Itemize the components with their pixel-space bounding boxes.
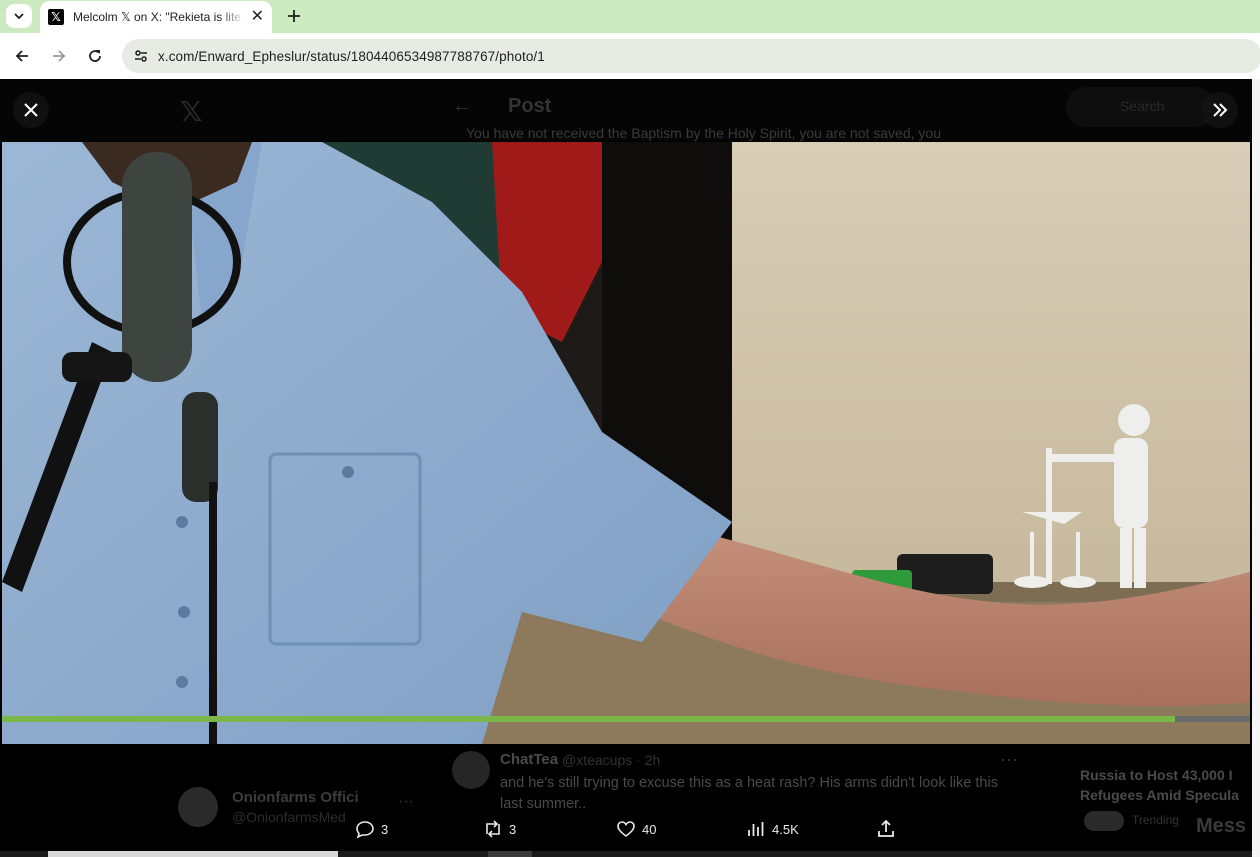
arrow-right-icon	[53, 50, 66, 62]
tweet-actions: 3 3 40 4.5K	[0, 811, 1252, 847]
media-progress-bar[interactable]	[2, 716, 1250, 722]
side-user-name: Onionfarms Offici	[232, 789, 359, 806]
x-logo-icon: 𝕏	[48, 9, 64, 25]
repost-icon	[486, 820, 500, 838]
like-button[interactable]: 40	[616, 817, 656, 841]
repost-count: 3	[509, 821, 517, 837]
heart-icon	[617, 821, 635, 838]
expand-sidebar-button[interactable]	[1202, 92, 1238, 128]
x-logo-icon: 𝕏	[180, 96, 203, 127]
photo-illustration	[2, 142, 1250, 744]
tab-strip: 𝕏 Melcolm 𝕏 on X: "Rekieta is lite ✕	[0, 0, 1260, 33]
reply-author-handle: @xteacups · 2h	[562, 752, 661, 768]
views-count: 4.5K	[772, 821, 799, 837]
background-news: Russia to Host 43,000 I Refugees Amid Sp…	[1080, 765, 1252, 805]
background-tweet-text: You have not received the Baptism by the…	[466, 125, 941, 141]
tab-search-button[interactable]	[6, 4, 32, 28]
news-line-2: Refugees Amid Specula	[1080, 787, 1239, 803]
reload-button[interactable]	[83, 44, 107, 68]
more-icon: ···	[1000, 749, 1018, 769]
share-icon	[878, 819, 894, 837]
new-tab-button[interactable]	[282, 4, 306, 28]
forward-button[interactable]	[47, 44, 71, 68]
scrollbar-segment	[488, 851, 532, 857]
active-tab[interactable]: 𝕏 Melcolm 𝕏 on X: "Rekieta is lite ✕	[40, 1, 272, 33]
arrow-left-icon	[15, 50, 28, 62]
reply-author-name: ChatTea	[500, 751, 559, 768]
horizontal-scrollbar[interactable]	[0, 851, 1260, 857]
views-button[interactable]: 4.5K	[746, 817, 799, 841]
vertical-scrollbar[interactable]	[1252, 79, 1260, 857]
browser-toolbar: x.com/Enward_Epheslur/status/18044065349…	[0, 33, 1260, 79]
like-count: 40	[642, 821, 657, 837]
url-text: x.com/Enward_Epheslur/status/18044065349…	[158, 48, 545, 64]
background-search-text: Search	[1120, 98, 1165, 114]
avatar	[452, 751, 490, 789]
reply-button[interactable]: 3	[355, 817, 388, 841]
media-progress-fill	[2, 716, 1176, 722]
news-line-1: Russia to Host 43,000 I	[1080, 767, 1233, 783]
scrollbar-thumb[interactable]	[48, 851, 338, 857]
share-button[interactable]	[876, 817, 896, 841]
background-post-title: Post	[508, 95, 552, 117]
back-button[interactable]	[10, 44, 34, 68]
reply-count: 3	[381, 821, 389, 837]
photo-viewer: 𝕏 ← Post Search You have not received th…	[0, 79, 1260, 857]
background-header: 𝕏 ← Post Search You have not received th…	[0, 79, 1252, 141]
more-icon: ···	[398, 793, 414, 810]
plus-icon	[288, 10, 300, 22]
repost-button[interactable]: 3	[483, 817, 516, 841]
tab-title: Melcolm 𝕏 on X: "Rekieta is lite	[73, 10, 241, 24]
reply-text: and he's still trying to excuse this as …	[500, 775, 998, 812]
reply-icon	[356, 821, 374, 839]
analytics-icon	[748, 822, 764, 836]
close-tab-icon[interactable]: ✕	[251, 9, 264, 25]
reload-icon	[89, 50, 101, 62]
background-search: Search	[1066, 87, 1216, 127]
address-bar[interactable]: x.com/Enward_Epheslur/status/18044065349…	[122, 39, 1260, 73]
background-back-arrow-icon: ←	[452, 95, 472, 117]
close-icon	[24, 103, 38, 117]
close-viewer-button[interactable]	[13, 92, 49, 128]
site-info-icon[interactable]	[130, 45, 152, 67]
double-chevron-right-icon	[1213, 103, 1228, 117]
chevron-down-icon	[14, 13, 24, 20]
tweet-photo[interactable]	[2, 142, 1250, 744]
